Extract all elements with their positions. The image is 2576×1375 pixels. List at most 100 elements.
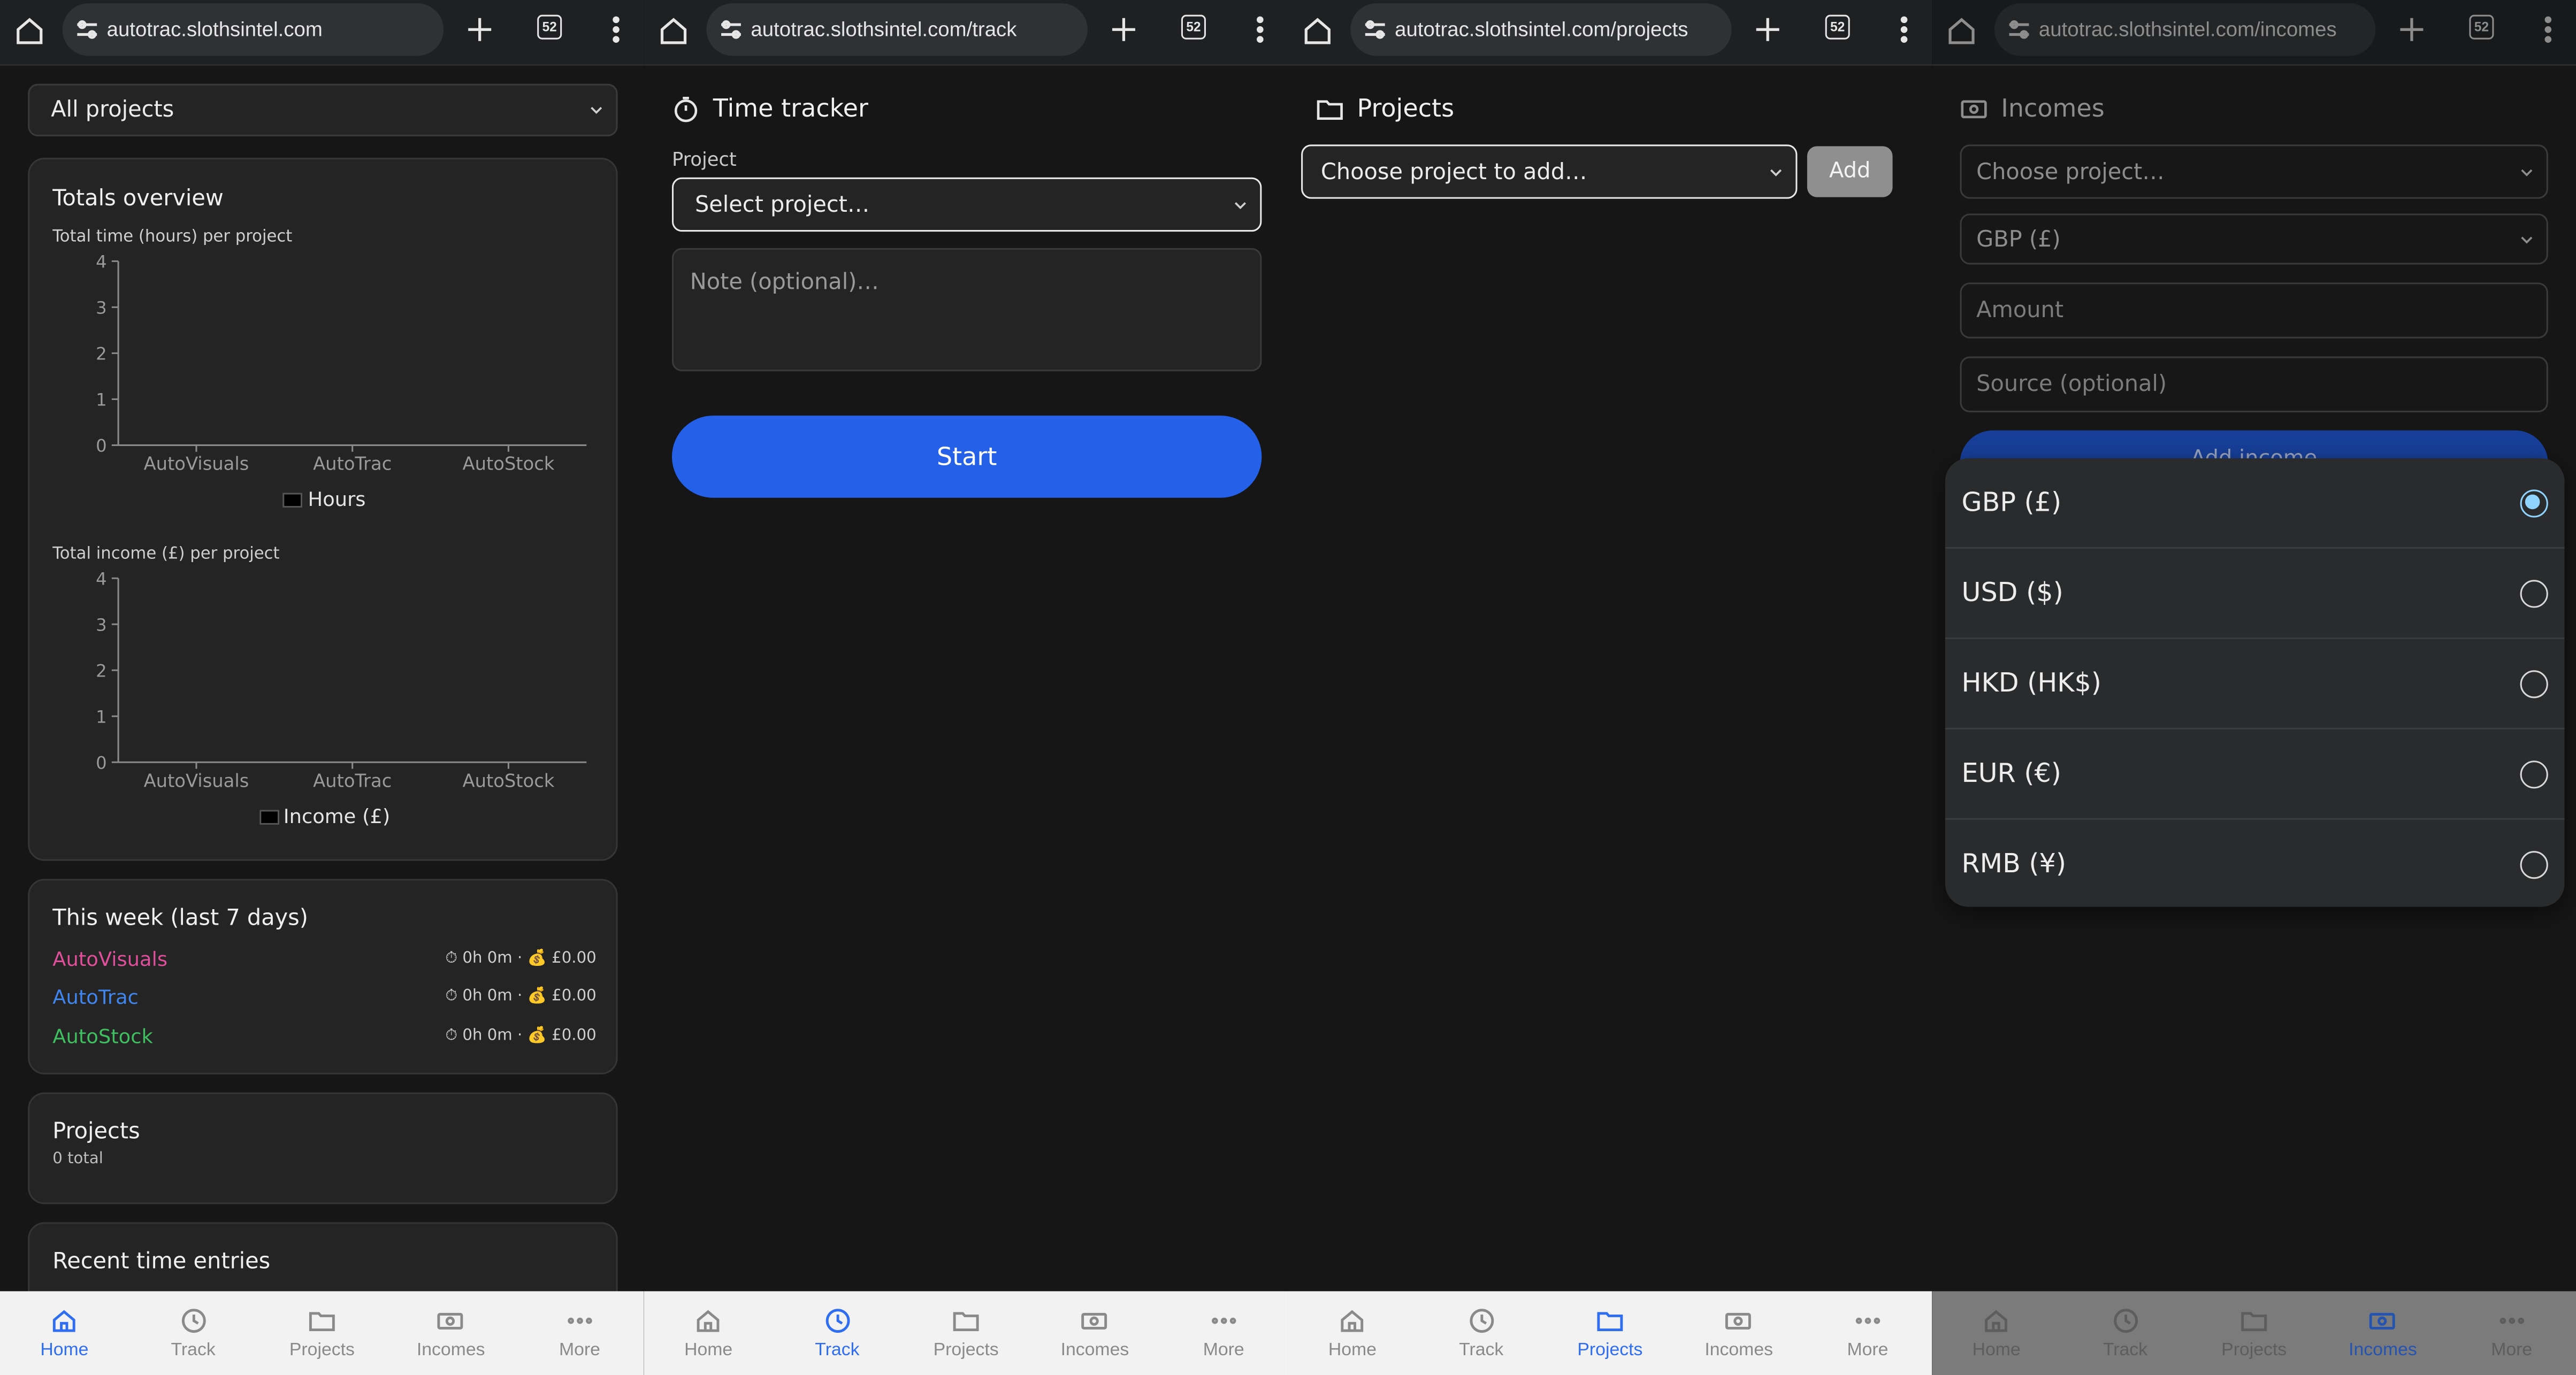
week-project-stats: ⏱ 0h 0m · 💰 £0.00 [445, 987, 597, 1005]
choose-project-select[interactable]: Choose project to add… [1301, 144, 1798, 199]
site-settings-icon[interactable] [75, 18, 98, 41]
nav-item-track[interactable]: Track [2061, 1291, 2190, 1375]
currency-option-label: USD ($) [1961, 577, 2063, 608]
nav-item-more[interactable]: More [1803, 1291, 1932, 1375]
currency-option-label: EUR (€) [1961, 757, 2061, 789]
income-project-select[interactable]: Choose project… [1960, 144, 2548, 199]
address-bar[interactable]: autotrac.slothsintel.com/projects [1350, 3, 1732, 56]
browser-toolbar: autotrac.slothsintel.com 52 [0, 0, 644, 66]
more-menu-icon[interactable] [600, 13, 632, 46]
home-icon [1985, 1310, 2008, 1332]
nav-label: Incomes [1060, 1340, 1129, 1361]
clock-icon [2113, 1309, 2137, 1333]
radio-icon[interactable] [2520, 851, 2548, 879]
projects-summary-card[interactable]: Projects 0 total [28, 1092, 618, 1204]
nav-item-more[interactable]: More [2447, 1291, 2576, 1375]
radio-icon[interactable] [2520, 761, 2548, 789]
nav-item-track[interactable]: Track [1417, 1291, 1546, 1375]
more-menu-icon[interactable] [1244, 13, 1276, 46]
nav-label: Incomes [2349, 1340, 2417, 1361]
site-settings-icon[interactable] [1364, 18, 1387, 41]
home-icon[interactable] [1301, 15, 1334, 48]
new-tab-icon[interactable] [1107, 13, 1140, 46]
chevron-down-icon [2521, 236, 2533, 243]
nav-item-incomes[interactable]: Incomes [386, 1291, 515, 1375]
site-settings-icon[interactable] [2008, 18, 2031, 41]
currency-option-hkd[interactable]: HKD (HK$) [1945, 639, 2565, 729]
source-input[interactable]: Source (optional) [1960, 356, 2548, 412]
y-tick-label: 1 [96, 707, 107, 727]
nav-item-projects[interactable]: Projects [1546, 1291, 1675, 1375]
hours-chart-caption: Total time (hours) per project [52, 228, 293, 247]
add-project-button[interactable]: Add [1807, 146, 1893, 197]
home-icon[interactable] [657, 15, 690, 48]
tab-switcher-button[interactable]: 52 [1181, 14, 1206, 40]
radio-icon[interactable] [2520, 670, 2548, 698]
nav-label: Projects [933, 1340, 999, 1361]
project-filter-select[interactable]: All projects [28, 83, 618, 136]
note-textarea[interactable]: Note (optional)… [671, 248, 1262, 372]
more-horizontal-icon [2499, 1317, 2524, 1324]
start-button[interactable]: Start [671, 416, 1262, 498]
nav-label: More [2491, 1340, 2533, 1361]
hours-legend: Hours [29, 488, 619, 511]
new-tab-icon[interactable] [2395, 13, 2428, 46]
more-menu-icon[interactable] [1887, 13, 1920, 46]
nav-item-home[interactable]: Home [1288, 1291, 1417, 1375]
nav-item-incomes[interactable]: Incomes [2319, 1291, 2448, 1375]
chevron-down-icon [2521, 168, 2533, 176]
address-bar[interactable]: autotrac.slothsintel.com/track [706, 3, 1088, 56]
site-settings-icon[interactable] [720, 18, 743, 41]
nav-item-track[interactable]: Track [773, 1291, 902, 1375]
new-tab-icon[interactable] [463, 13, 496, 46]
week-row-autovisuals[interactable]: AutoVisuals ⏱ 0h 0m · 💰 £0.00 [52, 948, 596, 974]
y-tick-label: 1 [96, 390, 107, 410]
tab-switcher-button[interactable]: 52 [537, 14, 562, 40]
currency-option-usd[interactable]: USD ($) [1945, 549, 2565, 639]
more-horizontal-icon [1211, 1317, 1236, 1324]
folder-icon [1597, 1312, 1623, 1331]
week-row-autostock[interactable]: AutoStock ⏱ 0h 0m · 💰 £0.00 [52, 1025, 596, 1051]
nav-label: Home [684, 1340, 733, 1361]
nav-item-more[interactable]: More [515, 1291, 644, 1375]
income-legend: Income (£) [29, 805, 619, 828]
url-text: autotrac.slothsintel.com/incomes [2038, 18, 2337, 41]
nav-item-projects[interactable]: Projects [258, 1291, 387, 1375]
currency-select[interactable]: GBP (£) [1960, 213, 2548, 265]
nav-label: Incomes [416, 1340, 485, 1361]
chevron-down-icon [1770, 168, 1782, 176]
currency-option-eur[interactable]: EUR (€) [1945, 729, 2565, 820]
nav-item-projects[interactable]: Projects [2190, 1291, 2319, 1375]
nav-item-more[interactable]: More [1159, 1291, 1288, 1375]
project-select[interactable]: Select project… [671, 177, 1262, 232]
choose-project-value: Choose project to add… [1320, 158, 1587, 185]
radio-selected-icon[interactable] [2520, 489, 2548, 518]
home-icon[interactable] [13, 15, 46, 48]
currency-option-gbp[interactable]: GBP (£) [1945, 458, 2565, 549]
new-tab-icon[interactable] [1751, 13, 1784, 46]
more-menu-icon[interactable] [2532, 13, 2564, 46]
address-bar[interactable]: autotrac.slothsintel.com/incomes [1994, 3, 2376, 56]
nav-item-track[interactable]: Track [129, 1291, 258, 1375]
tab-switcher-button[interactable]: 52 [2469, 14, 2494, 40]
x-tick-label: AutoVisuals [144, 770, 249, 791]
nav-item-home[interactable]: Home [644, 1291, 773, 1375]
nav-item-home[interactable]: Home [1932, 1291, 2061, 1375]
stopwatch-icon [674, 96, 698, 121]
nav-label: More [559, 1340, 600, 1361]
nav-item-incomes[interactable]: Incomes [1675, 1291, 1803, 1375]
home-icon[interactable] [1945, 15, 1978, 48]
nav-item-home[interactable]: Home [0, 1291, 129, 1375]
currency-option-rmb[interactable]: RMB (¥) [1945, 820, 2565, 907]
legend-swatch [258, 810, 279, 825]
nav-item-projects[interactable]: Projects [901, 1291, 1030, 1375]
folder-icon [309, 1312, 335, 1331]
nav-item-incomes[interactable]: Incomes [1030, 1291, 1159, 1375]
x-tick-label: AutoStock [462, 770, 554, 791]
week-row-autotrac[interactable]: AutoTrac ⏱ 0h 0m · 💰 £0.00 [52, 986, 596, 1012]
radio-icon[interactable] [2520, 580, 2548, 608]
amount-input[interactable]: Amount [1960, 282, 2548, 339]
cash-icon [1082, 1312, 1108, 1330]
address-bar[interactable]: autotrac.slothsintel.com [62, 3, 444, 56]
tab-switcher-button[interactable]: 52 [1825, 14, 1850, 40]
